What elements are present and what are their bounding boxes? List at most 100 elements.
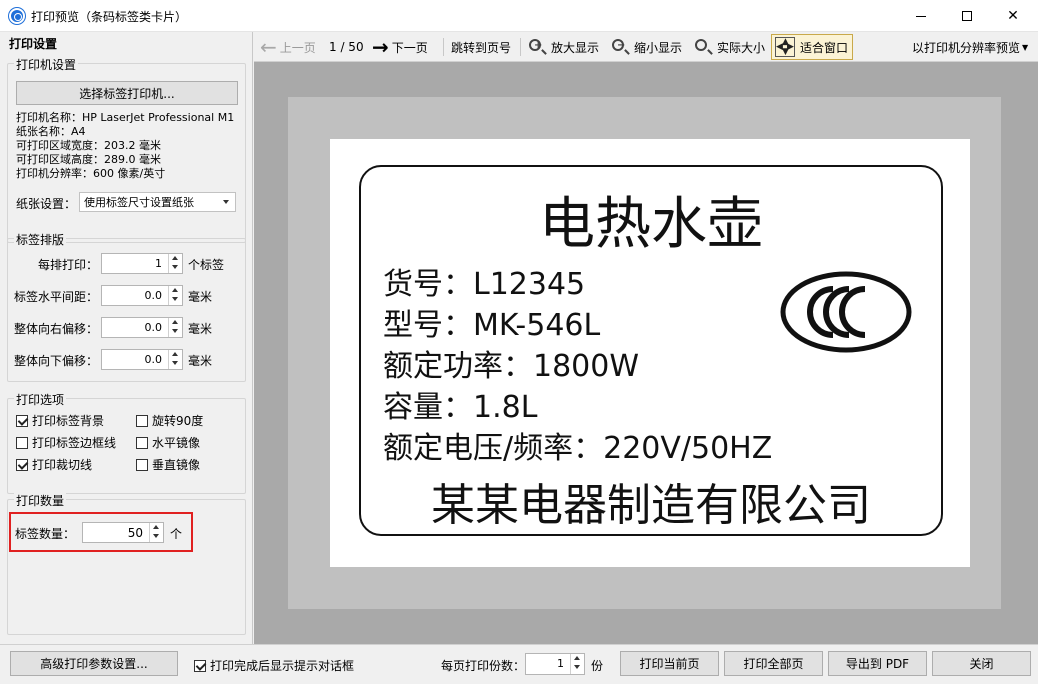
down-arrow-icon xyxy=(172,297,178,301)
per-row-spinner[interactable]: 1 xyxy=(101,253,183,274)
arrow-left-icon: ← xyxy=(260,35,277,59)
close-window-button[interactable]: ✕ xyxy=(990,0,1036,32)
h-spacing-value: 0.0 xyxy=(144,289,163,302)
down-arrow-icon xyxy=(172,329,178,333)
printer-name-info: 打印机名称：HP LaserJet Professional M1 xyxy=(16,111,235,124)
print-settings-panel: 打印设置 打印机设置 选择标签打印机... 打印机名称：HP LaserJet … xyxy=(0,32,253,644)
v-mirror-checkbox[interactable]: 垂直镜像 xyxy=(136,456,200,473)
print-options-group: 打印选项 打印标签背景 旋转90度 打印标签边框线 水平镜像 打印裁切线 垂直镜… xyxy=(7,391,246,494)
copies-unit: 份 xyxy=(591,659,604,673)
zoom-in-button[interactable]: + 放大显示 xyxy=(528,32,599,62)
group-title: 打印数量 xyxy=(14,492,67,509)
panel-header: 打印设置 xyxy=(9,37,58,51)
arrow-right-icon: → xyxy=(372,35,389,59)
print-cutline-checkbox[interactable]: 打印裁切线 xyxy=(16,456,92,473)
toolbar-separator xyxy=(443,38,444,56)
spinner-arrows[interactable] xyxy=(168,350,182,369)
print-all-button[interactable]: 打印全部页 xyxy=(724,651,823,676)
magnifier-icon xyxy=(694,38,712,56)
maximize-icon xyxy=(962,11,972,21)
offset-right-unit: 毫米 xyxy=(188,322,213,336)
checkbox-label: 打印标签边框线 xyxy=(32,436,117,450)
checkbox-checked xyxy=(16,414,28,427)
ccc-certification-icon xyxy=(780,271,912,353)
chevron-down-icon xyxy=(223,200,229,204)
copies-spinner[interactable]: 1 xyxy=(525,653,585,675)
minimize-icon xyxy=(916,15,926,17)
print-border-checkbox[interactable]: 打印标签边框线 xyxy=(16,434,116,451)
fit-window-button[interactable]: ▲ ▼ ◀ ▶ 适合窗口 xyxy=(771,34,854,60)
paper-name-info: 纸张名称：A4 xyxy=(16,125,86,138)
offset-right-value: 0.0 xyxy=(144,321,163,334)
spinner-arrows[interactable] xyxy=(168,286,182,305)
next-page-button[interactable]: → 下一页 xyxy=(372,32,428,62)
prev-page-label: 上一页 xyxy=(279,40,316,55)
advanced-settings-button[interactable]: 高级打印参数设置... xyxy=(10,651,178,676)
label-layout-group: 标签排版 每排打印： 1 个标签 标签水平间距： 0.0 毫米 整体向右偏移： … xyxy=(7,231,246,382)
up-arrow-icon xyxy=(172,352,178,356)
down-arrow-icon xyxy=(574,665,580,669)
zoom-out-button[interactable]: − 缩小显示 xyxy=(611,32,682,62)
offset-down-value: 0.0 xyxy=(144,353,163,366)
window-title: 打印预览（条码标签类卡片） xyxy=(31,10,188,24)
close-icon: ✕ xyxy=(1007,8,1019,24)
title-bar: 打印预览（条码标签类卡片） ✕ xyxy=(0,0,1038,32)
group-title: 打印选项 xyxy=(14,391,67,408)
export-pdf-button[interactable]: 导出到 PDF xyxy=(828,651,927,676)
up-arrow-icon xyxy=(172,256,178,260)
offset-right-label: 整体向右偏移： xyxy=(14,322,99,336)
label-power: 额定功率：1800W xyxy=(383,349,640,384)
offset-down-unit: 毫米 xyxy=(188,354,213,368)
chevron-down-icon: ▼ xyxy=(1022,42,1029,52)
checkbox-label: 垂直镜像 xyxy=(152,458,201,472)
h-spacing-unit: 毫米 xyxy=(188,290,213,304)
checkbox-label: 打印标签背景 xyxy=(32,414,105,428)
resolution-preview-dropdown[interactable]: 以打印机分辨率预览 ▼ xyxy=(912,32,1028,62)
label-capacity: 容量：1.8L xyxy=(383,390,538,425)
label-manufacturer: 某某电器制造有限公司 xyxy=(431,480,871,531)
label-voltage: 额定电压/频率：220V/50HZ xyxy=(383,431,773,466)
copies-label: 每页打印份数： xyxy=(441,659,526,673)
close-button[interactable]: 关闭 xyxy=(932,651,1031,676)
offset-right-spinner[interactable]: 0.0 xyxy=(101,317,183,338)
h-mirror-checkbox[interactable]: 水平镜像 xyxy=(136,434,200,451)
label-model: 型号：MK-546L xyxy=(383,308,601,343)
zoom-out-label: 缩小显示 xyxy=(634,40,683,55)
checkbox-unchecked xyxy=(136,458,148,471)
zoom-in-icon: + xyxy=(528,38,546,56)
preview-area[interactable]: 电热水壶 货号：L12345 型号：MK-546L 额定功率：1800W 容量：… xyxy=(254,62,1038,644)
fit-window-label: 适合窗口 xyxy=(800,40,849,55)
minimize-button[interactable] xyxy=(898,0,944,32)
select-printer-button[interactable]: 选择标签打印机... xyxy=(16,81,238,105)
label-title: 电热水壶 xyxy=(539,192,763,257)
paper-setting-value: 使用标签尺寸设置纸张 xyxy=(84,196,194,209)
checkbox-label: 水平镜像 xyxy=(152,436,201,450)
resolution-preview-label: 以打印机分辨率预览 xyxy=(912,40,1021,55)
up-arrow-icon xyxy=(574,656,580,660)
spinner-arrows[interactable] xyxy=(168,318,182,337)
print-background-checkbox[interactable]: 打印标签背景 xyxy=(16,412,104,429)
h-spacing-spinner[interactable]: 0.0 xyxy=(101,285,183,306)
offset-down-label: 整体向下偏移： xyxy=(14,354,99,368)
paper-setting-select[interactable]: 使用标签尺寸设置纸张 xyxy=(79,192,236,212)
maximize-button[interactable] xyxy=(944,0,990,32)
print-current-button[interactable]: 打印当前页 xyxy=(620,651,719,676)
spinner-arrows[interactable] xyxy=(168,254,182,273)
app-icon xyxy=(9,8,25,24)
up-arrow-icon xyxy=(172,320,178,324)
per-row-value: 1 xyxy=(155,257,162,270)
goto-page-button[interactable]: 跳转到页号 xyxy=(451,32,511,62)
checkbox-label: 打印完成后显示提示对话框 xyxy=(210,659,355,673)
show-dialog-checkbox[interactable]: 打印完成后显示提示对话框 xyxy=(194,657,354,674)
group-title: 标签排版 xyxy=(14,231,67,248)
rotate-90-checkbox[interactable]: 旋转90度 xyxy=(136,412,203,429)
actual-size-button[interactable]: 实际大小 xyxy=(694,32,765,62)
bottom-bar: 高级打印参数设置... 打印完成后显示提示对话框 每页打印份数： 1 份 打印当… xyxy=(0,644,1038,684)
checkbox-unchecked xyxy=(136,436,148,449)
spinner-arrows[interactable] xyxy=(570,654,584,674)
paper-setting-label: 纸张设置： xyxy=(16,197,77,211)
per-row-label: 每排打印： xyxy=(38,258,99,272)
zoom-in-label: 放大显示 xyxy=(551,40,600,55)
offset-down-spinner[interactable]: 0.0 xyxy=(101,349,183,370)
prev-page-button[interactable]: ← 上一页 xyxy=(260,32,316,62)
